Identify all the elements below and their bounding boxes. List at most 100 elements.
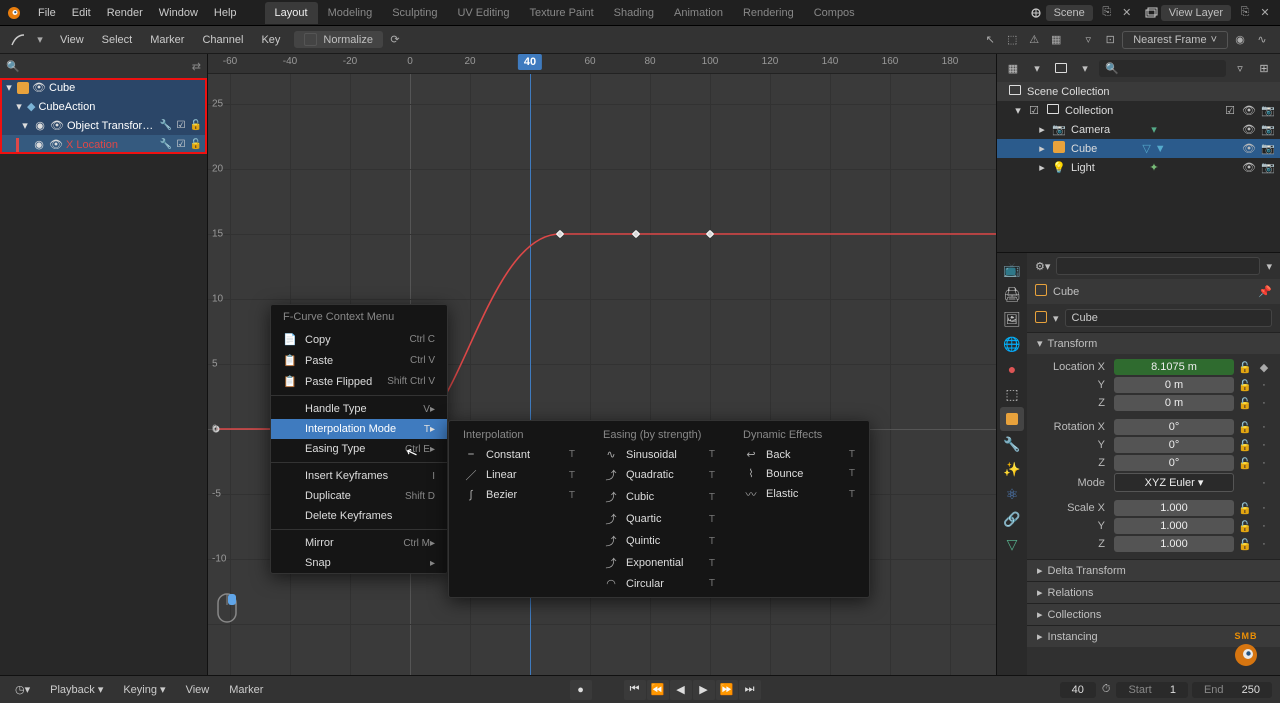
menu-view[interactable]: View [52, 31, 92, 49]
instancing-panel-header[interactable]: ▸Instancing [1027, 625, 1280, 647]
viewlayer-name-field[interactable]: View Layer [1161, 5, 1231, 21]
disclosure-triangle-icon[interactable]: ▸ [1037, 161, 1047, 174]
tab-sculpting[interactable]: Sculpting [382, 2, 447, 24]
proptab-output[interactable]: 🖨 [1000, 282, 1024, 306]
checkbox-icon[interactable]: ☑ [174, 138, 188, 152]
menu-help[interactable]: Help [206, 3, 245, 23]
ctx-insert-keyframes[interactable]: Insert KeyframesI [271, 466, 447, 486]
proptab-constraints[interactable]: 🔗 [1000, 507, 1024, 531]
render-camera-icon[interactable]: 📷 [1260, 123, 1276, 136]
rotation-z-value[interactable]: 0° [1114, 455, 1234, 471]
end-frame-field[interactable]: End 250 [1192, 682, 1272, 698]
outliner-search[interactable]: 🔍 [1099, 60, 1226, 77]
visibility-eye-icon[interactable]: 👁 [1241, 123, 1257, 136]
ease-circular[interactable]: ◠CircularT [593, 574, 725, 593]
ease-sinusoidal[interactable]: ∿SinusoidalT [593, 445, 725, 464]
disclosure-triangle-icon[interactable]: ▾ [14, 100, 24, 113]
keyframe-icon[interactable]: · [1256, 518, 1272, 534]
ctx-mirror[interactable]: MirrorCtrl M▸ [271, 533, 447, 553]
auto-key-toggle[interactable]: ● [570, 680, 592, 700]
render-camera-icon[interactable]: 📷 [1260, 104, 1276, 117]
scene-browse-icon[interactable] [1029, 6, 1043, 20]
rotation-mode-select[interactable]: XYZ Euler ▾ [1114, 473, 1234, 492]
tab-shading[interactable]: Shading [604, 2, 664, 24]
keyframe-dot[interactable] [556, 230, 564, 238]
select-box-icon[interactable]: ⬚ [1002, 30, 1022, 50]
visibility-eye-icon[interactable]: 👁 [50, 119, 64, 132]
start-frame-field[interactable]: Start 1 [1116, 682, 1187, 698]
proptab-modifiers[interactable]: 🔧 [1000, 432, 1024, 456]
channel-row-action[interactable]: ▾ ◆ CubeAction [0, 97, 207, 116]
ease-cubic[interactable]: ⤴CubicT [593, 486, 725, 508]
keyframe-icon[interactable]: · [1256, 536, 1272, 552]
current-frame-field[interactable]: 40 [1060, 682, 1096, 698]
pin-icon[interactable]: 📌 [1258, 285, 1272, 298]
checkbox-icon[interactable]: ☑ [1027, 104, 1041, 117]
keyframe-icon[interactable]: · [1256, 419, 1272, 435]
channel-row-cube[interactable]: ▾ 👁 Cube [0, 78, 207, 97]
snap-icon[interactable]: ⊡ [1100, 30, 1120, 50]
disclosure-triangle-icon[interactable]: ▾ [1013, 104, 1023, 117]
ctx-easing-type[interactable]: Easing TypeCtrl E▸ [271, 439, 447, 459]
scene-new-icon[interactable]: ⎘ [1098, 4, 1116, 22]
visibility-eye-icon[interactable]: 👁 [1241, 104, 1257, 117]
jump-keyframe-forward-icon[interactable]: ⏩ [716, 680, 738, 700]
outliner-scene-collection-row[interactable]: Scene Collection [997, 82, 1280, 101]
jump-to-start-icon[interactable]: ⏮ [624, 680, 646, 700]
interp-constant[interactable]: ⎯ConstantT [453, 445, 585, 464]
menu-select[interactable]: Select [94, 31, 141, 49]
keyframe-icon[interactable]: · [1256, 395, 1272, 411]
frame-ruler[interactable]: -60 -40 -20 0 20 40 60 80 100 120 140 16… [208, 54, 996, 74]
timeline-playback-menu[interactable]: Playback ▾ [43, 680, 110, 699]
timeline-editor-icon[interactable]: ◷▾ [8, 680, 37, 699]
outliner-display-mode-icon[interactable]: ▦ [1003, 58, 1023, 78]
location-y-value[interactable]: 0 m [1114, 377, 1234, 393]
lock-icon[interactable]: 🔓 [1237, 455, 1253, 471]
proptab-object[interactable]: ⬚ [1000, 382, 1024, 406]
proptab-particles[interactable]: ✨ [1000, 457, 1024, 481]
delta-transform-panel-header[interactable]: ▸Delta Transform [1027, 559, 1280, 581]
checkbox-icon[interactable]: ☑ [174, 119, 188, 133]
interp-bezier[interactable]: ∫BezierT [453, 486, 585, 504]
layer-new-icon[interactable]: ⎘ [1236, 4, 1254, 22]
dropdown-icon[interactable]: ▾ [1053, 312, 1059, 325]
rotation-x-value[interactable]: 0° [1114, 419, 1234, 435]
scale-z-value[interactable]: 1.000 [1114, 536, 1234, 552]
location-z-value[interactable]: 0 m [1114, 395, 1234, 411]
current-frame-badge[interactable]: 40 [518, 54, 542, 70]
options-dropdown-icon[interactable]: ▾ [1266, 260, 1272, 273]
dyn-elastic[interactable]: 〰ElasticT [733, 483, 865, 505]
filter-icon[interactable]: ▿ [1078, 30, 1098, 50]
dyn-back[interactable]: ↩BackT [733, 445, 865, 464]
ease-quadratic[interactable]: ⤴QuadraticT [593, 464, 725, 486]
proptab-physics[interactable]: ⚛ [1000, 482, 1024, 506]
ease-quintic[interactable]: ⤴QuinticT [593, 530, 725, 552]
scene-name-field[interactable]: Scene [1046, 5, 1093, 21]
visibility-eye-icon[interactable]: 👁 [32, 81, 46, 94]
lock-icon[interactable]: 🔓 [1237, 518, 1253, 534]
frame-range-icon[interactable]: ⏱ [1102, 683, 1111, 696]
selection-circle-icon[interactable]: ◉ [33, 119, 47, 132]
ctx-paste[interactable]: 📋PasteCtrl V [271, 350, 447, 371]
ripple-icon[interactable]: ⚠ [1024, 30, 1044, 50]
keyframe-icon[interactable]: · [1256, 475, 1272, 491]
jump-keyframe-back-icon[interactable]: ⏪ [647, 680, 669, 700]
tab-compositing[interactable]: Compos [804, 2, 865, 24]
normalize-toggle[interactable]: Normalize [294, 31, 383, 48]
wrench-icon[interactable]: 🔧 [159, 138, 173, 152]
selection-circle-icon[interactable]: ◉ [32, 138, 46, 151]
ctx-copy[interactable]: 📄CopyCtrl C [271, 329, 447, 350]
object-name-input[interactable] [1065, 309, 1272, 327]
tab-uvediting[interactable]: UV Editing [447, 2, 519, 24]
lock-icon[interactable]: 🔓 [1237, 536, 1253, 552]
location-x-value[interactable]: 8.1075 m [1114, 359, 1234, 375]
keyframe-dot[interactable] [632, 230, 640, 238]
lock-icon[interactable]: 🔓 [1237, 377, 1253, 393]
keyframe-icon[interactable]: · [1256, 377, 1272, 393]
disclosure-triangle-icon[interactable]: ▸ [1037, 123, 1047, 136]
ctx-handle-type[interactable]: Handle TypeV▸ [271, 399, 447, 419]
outliner-collection-row[interactable]: ▾ ☑ Collection ☑ 👁 📷 [997, 101, 1280, 120]
ctx-duplicate[interactable]: DuplicateShift D [271, 486, 447, 506]
proportional-edit-icon[interactable]: ◉ [1230, 30, 1250, 50]
auto-normalize-icon[interactable]: ⟳ [385, 30, 405, 50]
